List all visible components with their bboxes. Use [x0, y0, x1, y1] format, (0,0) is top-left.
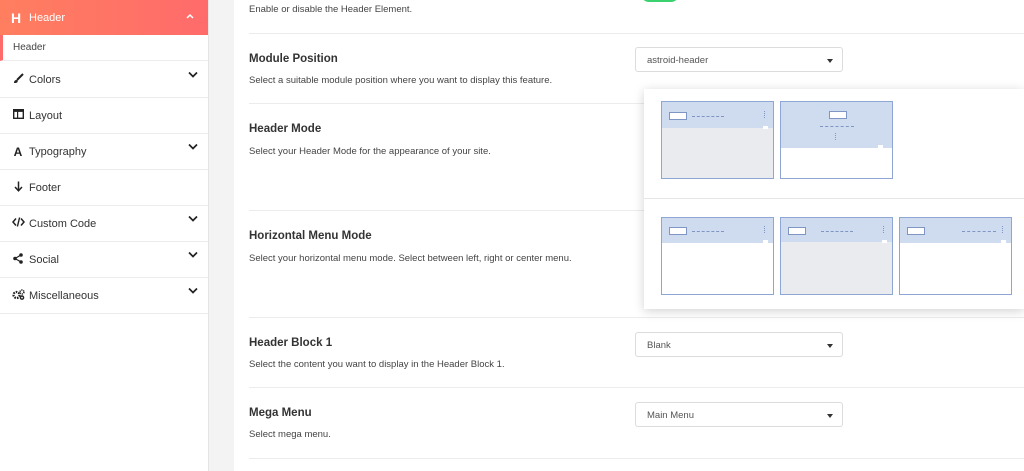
header-mode-stacked-option[interactable]	[780, 101, 893, 179]
layout-icon	[11, 108, 25, 122]
setting-description: Select your horizontal menu mode. Select…	[249, 253, 572, 264]
sidebar-item-social[interactable]: Social	[0, 242, 208, 278]
setting-row-enable: Enable or disable the Header Element.	[249, 0, 1024, 34]
sidebar-item-label: Colors	[29, 73, 61, 86]
setting-title: Header Block 1	[249, 337, 333, 349]
header-block-1-select[interactable]: Blank	[635, 332, 843, 357]
caret-down-icon	[827, 344, 833, 348]
chevron-down-icon[interactable]	[188, 143, 198, 151]
header-h-icon: H	[11, 9, 22, 26]
setting-description: Enable or disable the Header Element.	[249, 4, 413, 15]
caret-down-icon	[827, 59, 833, 63]
header-mode-horizontal-option[interactable]	[661, 101, 774, 179]
module-position-select[interactable]: astroid-header	[635, 47, 843, 72]
code-icon	[11, 217, 25, 230]
chevron-down-icon[interactable]	[188, 287, 198, 295]
select-value: Main Menu	[647, 410, 694, 421]
menu-mode-center-option[interactable]	[780, 217, 893, 295]
sidebar-item-colors[interactable]: Colors	[0, 62, 208, 98]
sidebar: H Header Header Colors Layout A Typograp…	[0, 0, 209, 471]
mega-menu-select[interactable]: Main Menu	[635, 402, 843, 427]
caret-down-icon	[827, 414, 833, 418]
sidebar-item-label: Miscellaneous	[29, 289, 99, 302]
sidebar-item-header[interactable]: H Header	[0, 0, 208, 35]
select-value: astroid-header	[647, 55, 709, 66]
sidebar-item-custom-code[interactable]: Custom Code	[0, 206, 208, 242]
setting-description: Select the content you want to display i…	[249, 359, 505, 370]
setting-description: Select your Header Mode for the appearan…	[249, 146, 491, 157]
sidebar-item-label: Social	[29, 253, 59, 266]
setting-row-header-block-1: Header Block 1 Select the content you wa…	[249, 318, 1024, 388]
setting-title: Horizontal Menu Mode	[249, 230, 372, 242]
chevron-down-icon[interactable]	[188, 215, 198, 223]
setting-description: Select a suitable module position where …	[249, 75, 553, 86]
chevron-up-icon[interactable]	[186, 11, 194, 22]
chevron-down-icon[interactable]	[188, 251, 198, 259]
setting-title: Mega Menu	[249, 407, 312, 419]
font-icon: A	[13, 144, 23, 159]
sidebar-item-label: Layout	[29, 109, 63, 122]
sidebar-subitem-header[interactable]: Header	[0, 35, 208, 61]
chevron-down-icon[interactable]	[188, 71, 198, 79]
share-icon	[11, 252, 25, 267]
sidebar-subitem-label: Header	[13, 42, 46, 53]
layout-picker-card	[644, 89, 1024, 309]
sidebar-item-label: Custom Code	[29, 217, 97, 230]
sidebar-item-label: Typography	[29, 145, 87, 158]
sidebar-item-label: Header	[29, 11, 66, 24]
setting-description: Select mega menu.	[249, 429, 331, 440]
sidebar-item-layout[interactable]: Layout	[0, 98, 208, 134]
menu-mode-right-option[interactable]	[899, 217, 1012, 295]
setting-title: Header Mode	[249, 123, 322, 135]
setting-row-mega-menu: Mega Menu Select mega menu. Main Menu	[249, 388, 1024, 459]
sidebar-item-footer[interactable]: Footer	[0, 170, 208, 206]
divider	[644, 198, 1024, 199]
setting-title: Module Position	[249, 53, 338, 65]
sidebar-item-label: Footer	[29, 181, 61, 194]
arrow-down-icon	[11, 181, 25, 195]
menu-mode-left-option[interactable]	[661, 217, 774, 295]
brush-icon	[11, 72, 25, 87]
sidebar-item-miscellaneous[interactable]: Miscellaneous	[0, 278, 208, 314]
sidebar-item-typography[interactable]: A Typography	[0, 134, 208, 170]
select-value: Blank	[647, 340, 671, 351]
enable-toggle[interactable]	[641, 0, 679, 2]
cogs-icon	[11, 288, 25, 303]
